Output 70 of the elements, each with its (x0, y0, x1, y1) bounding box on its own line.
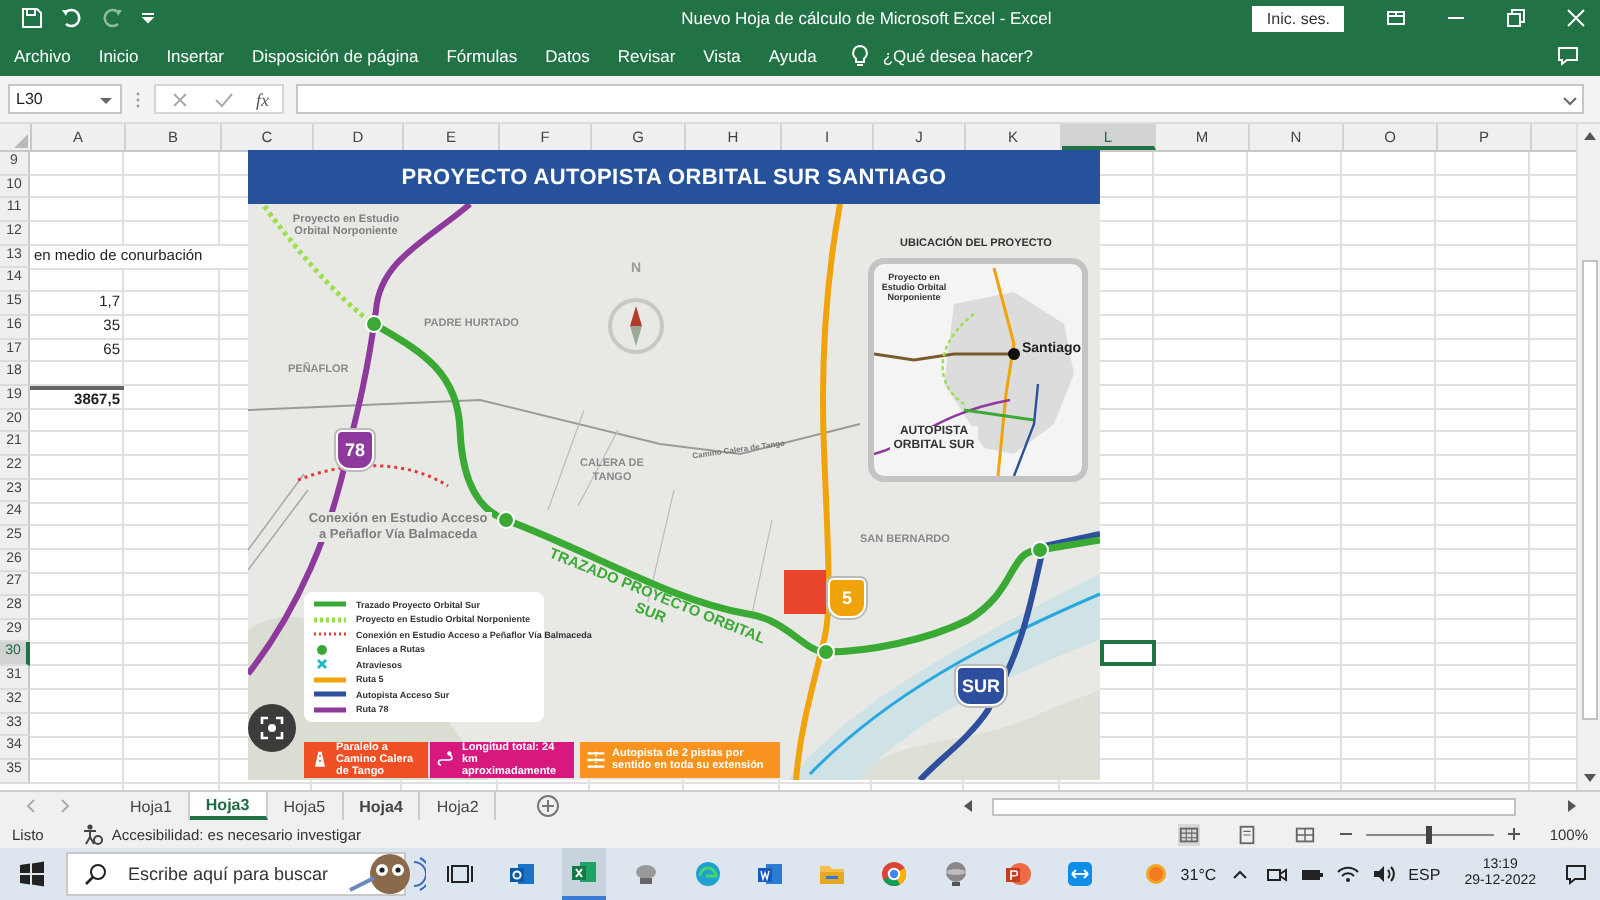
wifi-icon[interactable] (1336, 862, 1361, 886)
ribbon-tab[interactable]: Ayuda (768, 46, 817, 66)
comment-icon[interactable] (1556, 44, 1580, 68)
windows-start-icon[interactable] (18, 860, 46, 888)
route-shield: 5 (828, 578, 866, 618)
route-shield: SUR (956, 666, 1007, 706)
ribbon-display-icon[interactable] (1384, 6, 1408, 30)
input-language[interactable]: ESP (1408, 865, 1441, 883)
window-title: Nuevo Hoja de cálculo de Microsoft Excel - Excel (679, 8, 1054, 28)
doodle-drawing[interactable] (346, 850, 426, 898)
sheet-tab[interactable]: Hoja3 (189, 792, 268, 820)
customize-icon[interactable] (140, 10, 156, 26)
taskbar-search-field[interactable]: Escribe aquí para buscar (66, 852, 406, 896)
zoom-in-icon[interactable] (1505, 826, 1522, 842)
zoom-slider-thumb[interactable] (1426, 825, 1433, 843)
ribbon-tab[interactable]: Disposición de página (252, 46, 419, 66)
restore-icon[interactable] (1504, 6, 1528, 30)
remote-desktop-icon (1066, 860, 1094, 888)
weather-temperature[interactable]: 31°C (1180, 865, 1217, 883)
accessibility-icon[interactable] (79, 822, 104, 846)
active-cell[interactable] (1100, 640, 1156, 667)
lanes-icon (586, 750, 606, 770)
ribbon-tab[interactable]: Vista (703, 46, 741, 66)
sign-in-button[interactable]: Inic. ses. (1252, 5, 1344, 31)
page-break-icon[interactable] (1293, 823, 1316, 845)
sphere-icon (942, 860, 970, 888)
camera-icon[interactable] (1264, 862, 1289, 886)
lens-icon[interactable] (248, 704, 296, 752)
document-app-icon (756, 860, 784, 888)
name-box[interactable]: L30 (8, 84, 122, 114)
pin-icon (436, 750, 456, 770)
folder-icon (818, 860, 846, 888)
tell-me-search[interactable]: ¿Qué desea hacer? (882, 46, 1033, 66)
page-layout-icon[interactable] (1235, 823, 1258, 845)
normal-view-icon[interactable] (1177, 823, 1200, 845)
insert-function-button[interactable]: fx (256, 89, 269, 109)
undo-icon[interactable] (60, 6, 84, 30)
scroll-down-icon[interactable] (1581, 770, 1597, 786)
browser-icon (880, 860, 908, 888)
ribbon-tab[interactable]: Revisar (617, 46, 676, 66)
scroll-right-icon[interactable] (1564, 798, 1580, 814)
add-sheet-icon[interactable] (536, 794, 561, 818)
grip-icon (134, 87, 142, 111)
ribbon-tab[interactable]: Inicio (98, 46, 139, 66)
ribbon-tab[interactable]: Archivo (14, 46, 71, 66)
notifications-icon[interactable] (1564, 862, 1588, 886)
presentation-app-icon (1004, 860, 1032, 888)
expand-icon[interactable] (1562, 91, 1578, 107)
spreadsheet-app-icon (570, 858, 598, 886)
scrollbar-thumb[interactable] (992, 797, 1516, 815)
browser-icon (694, 860, 722, 888)
road-icon (310, 750, 330, 770)
ribbon-tab[interactable]: Datos (545, 46, 590, 66)
map-title: PROYECTO AUTOPISTA ORBITAL SUR SANTIAGO (248, 150, 1100, 204)
search-icon (84, 862, 108, 886)
dish-icon (632, 860, 660, 888)
redo-icon[interactable] (100, 6, 124, 30)
scrollbar-thumb[interactable] (1581, 260, 1597, 720)
task-view-icon (446, 860, 474, 888)
route-shield: 78 (336, 430, 374, 470)
close-icon[interactable] (1564, 6, 1588, 30)
mail-app-icon (508, 860, 536, 888)
lightbulb-icon[interactable] (848, 44, 873, 68)
save-icon[interactable] (20, 6, 44, 30)
ribbon-tab[interactable]: Insertar (166, 46, 225, 66)
scroll-up-icon[interactable] (1581, 128, 1597, 144)
scroll-left-icon[interactable] (960, 798, 976, 814)
speaker-icon[interactable] (1372, 862, 1397, 886)
formula-input[interactable] (295, 84, 1584, 114)
ribbon-tab[interactable]: Fórmulas (446, 46, 518, 66)
